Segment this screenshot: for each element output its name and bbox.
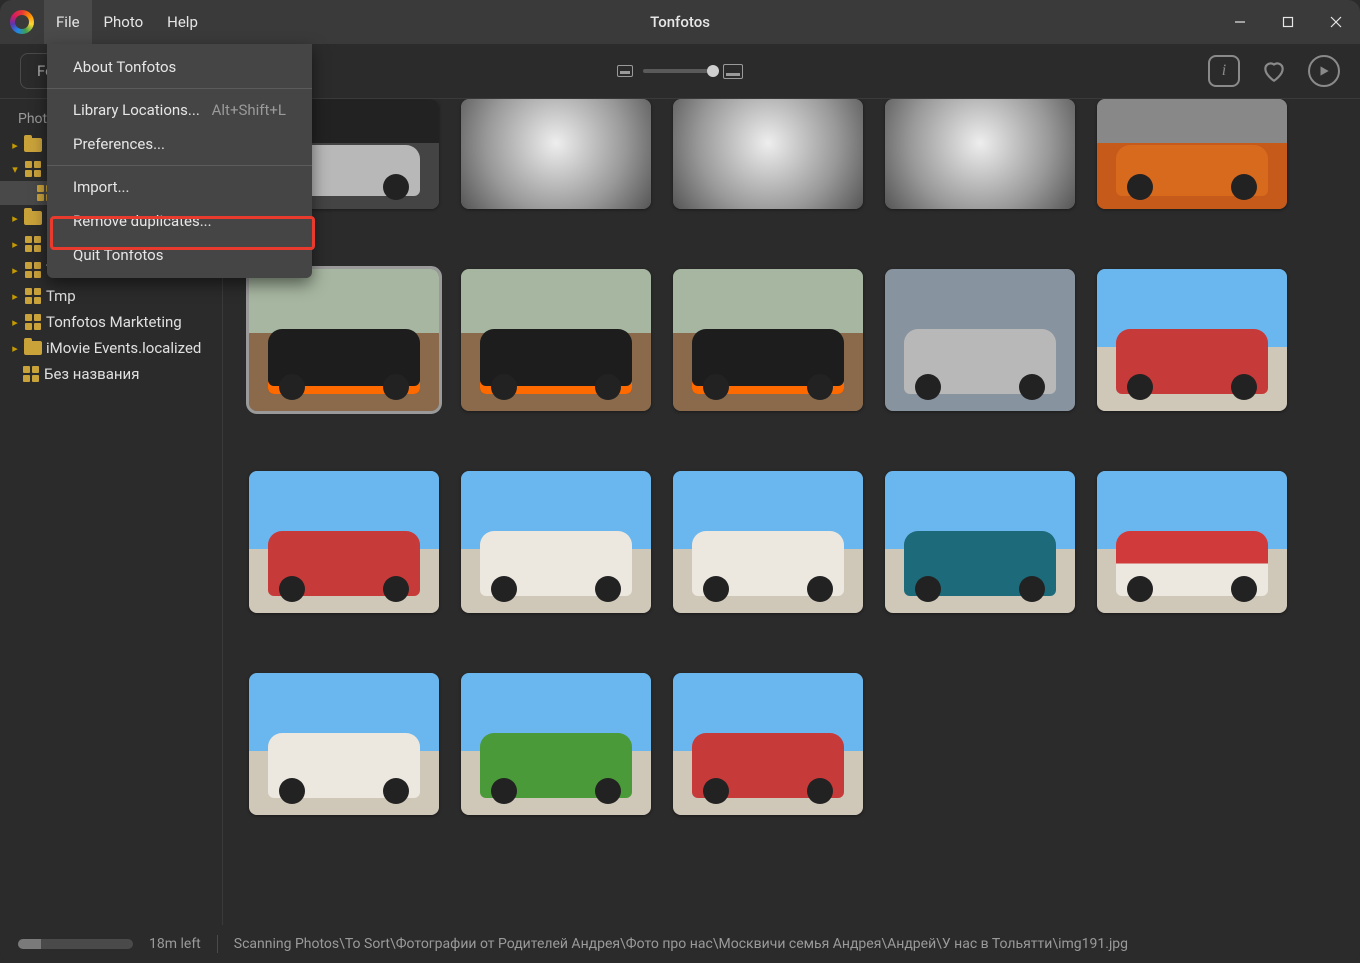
photo-thumbnail[interactable] xyxy=(1097,99,1287,209)
grid-icon xyxy=(25,236,41,252)
status-text: Scanning Photos\To Sort\Фотографии от Ро… xyxy=(234,936,1128,952)
photo-thumbnail[interactable] xyxy=(673,99,863,209)
favorite-button[interactable] xyxy=(1258,55,1290,87)
photo-thumbnail[interactable] xyxy=(885,269,1075,411)
status-bar: 18m left Scanning Photos\To Sort\Фотогра… xyxy=(0,925,1360,963)
grid-icon xyxy=(25,262,41,278)
menubar-file[interactable]: File xyxy=(44,0,92,44)
app-logo-icon xyxy=(10,10,34,34)
status-separator xyxy=(217,935,218,953)
thumb-large-icon xyxy=(723,64,743,79)
photo-thumbnail[interactable] xyxy=(1097,269,1287,411)
photo-thumbnail[interactable] xyxy=(461,269,651,411)
thumbnail-size-slider[interactable] xyxy=(643,69,713,73)
menu-library-locations[interactable]: Library Locations... Alt+Shift+L xyxy=(47,93,312,127)
chevron-right-icon xyxy=(10,238,20,251)
photo-thumbnail-selected[interactable] xyxy=(249,269,439,411)
menu-separator xyxy=(47,88,312,89)
titlebar: File Photo Help Tonfotos xyxy=(0,0,1360,44)
thumbnail-size-control xyxy=(617,64,743,79)
menu-separator xyxy=(47,165,312,166)
menu-preferences-label: Preferences... xyxy=(73,135,165,153)
slider-knob[interactable] xyxy=(707,65,719,77)
progress-bar xyxy=(18,939,133,949)
menubar-photo[interactable]: Photo xyxy=(92,0,156,44)
chevron-down-icon xyxy=(10,163,20,176)
tree-label: Tonfotos Markteting xyxy=(46,313,182,331)
minimize-button[interactable] xyxy=(1216,0,1264,44)
menu-preferences[interactable]: Preferences... xyxy=(47,127,312,161)
progress-fill xyxy=(18,939,41,949)
slideshow-button[interactable] xyxy=(1308,55,1340,87)
grid-icon xyxy=(25,161,41,177)
menu-library-label: Library Locations... xyxy=(73,101,200,119)
grid-icon xyxy=(23,366,39,382)
folder-icon xyxy=(24,211,42,225)
chevron-right-icon xyxy=(10,290,20,303)
photo-thumbnail[interactable] xyxy=(885,99,1075,209)
grid-icon xyxy=(25,288,41,304)
photo-thumbnail[interactable] xyxy=(461,99,651,209)
maximize-button[interactable] xyxy=(1264,0,1312,44)
tree-item-marketing[interactable]: Tonfotos Markteting xyxy=(0,309,222,335)
menubar-help[interactable]: Help xyxy=(155,0,210,44)
chevron-right-icon xyxy=(10,139,20,152)
menubar: File Photo Help xyxy=(44,0,210,44)
grid-icon xyxy=(25,314,41,330)
menu-remove-duplicates[interactable]: Remove duplicates... xyxy=(47,204,312,238)
chevron-right-icon xyxy=(10,212,20,225)
close-button[interactable] xyxy=(1312,0,1360,44)
photo-thumbnail[interactable] xyxy=(461,471,651,613)
photo-thumbnail[interactable] xyxy=(673,471,863,613)
folder-icon xyxy=(24,341,42,355)
menu-remove-duplicates-label: Remove duplicates... xyxy=(73,212,212,230)
file-menu-dropdown: About Tonfotos Library Locations... Alt+… xyxy=(47,44,312,278)
grid-row xyxy=(249,673,1334,815)
menu-import[interactable]: Import... xyxy=(47,170,312,204)
photo-thumbnail[interactable] xyxy=(673,673,863,815)
photo-thumbnail[interactable] xyxy=(249,471,439,613)
photo-thumbnail[interactable] xyxy=(461,673,651,815)
tree-label: Без названия xyxy=(44,365,139,383)
menu-library-shortcut: Alt+Shift+L xyxy=(212,101,286,119)
thumb-small-icon xyxy=(617,65,633,77)
tree-label: iMovie Events.localized xyxy=(46,339,201,357)
tree-item-imovie[interactable]: iMovie Events.localized xyxy=(0,335,222,361)
tree-item-tmp[interactable]: Tmp xyxy=(0,283,222,309)
folder-icon xyxy=(24,138,42,152)
tree-item-untitled[interactable]: Без названия xyxy=(0,361,222,387)
menu-about-label: About Tonfotos xyxy=(73,58,176,76)
menu-quit-label: Quit Tonfotos xyxy=(73,246,163,264)
photo-thumbnail[interactable] xyxy=(673,269,863,411)
grid-row xyxy=(249,471,1334,613)
info-button[interactable]: i xyxy=(1208,55,1240,87)
chevron-right-icon xyxy=(10,264,20,277)
chevron-right-icon xyxy=(10,342,20,355)
status-time: 18m left xyxy=(149,936,201,952)
photo-thumbnail[interactable] xyxy=(249,673,439,815)
grid-row xyxy=(249,109,1334,209)
photo-thumbnail[interactable] xyxy=(885,471,1075,613)
chevron-right-icon xyxy=(10,316,20,329)
menu-import-label: Import... xyxy=(73,178,129,196)
tree-label: Tmp xyxy=(46,287,76,305)
photo-thumbnail[interactable] xyxy=(1097,471,1287,613)
menu-about[interactable]: About Tonfotos xyxy=(47,50,312,84)
photo-grid-area xyxy=(223,99,1360,925)
menu-quit[interactable]: Quit Tonfotos xyxy=(47,238,312,272)
grid-row xyxy=(249,269,1334,411)
window-controls xyxy=(1216,0,1360,44)
